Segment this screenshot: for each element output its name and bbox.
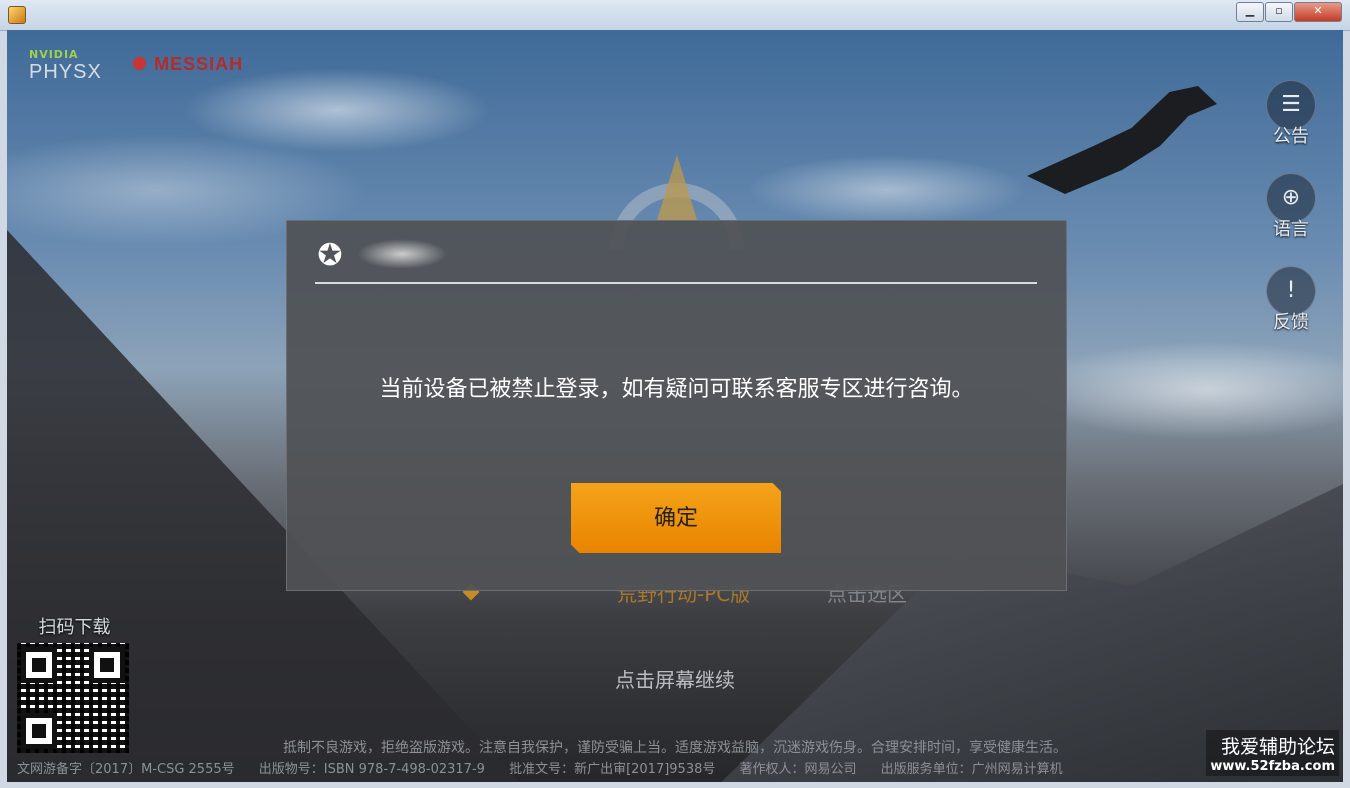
language-button[interactable]: ⊕ 语言 (1263, 173, 1319, 243)
dialog-divider (315, 282, 1037, 284)
qr-label: 扫码下载 (38, 617, 111, 638)
publication-number: 出版物号：ISBN 978-7-498-02317-9 (258, 762, 485, 777)
license-info: 文网游备字〔2017〕M-CSG 2555号 出版物号：ISBN 978-7-4… (17, 758, 1083, 777)
messiah-text: MESSIAH (154, 54, 244, 74)
window-controls: ▁ ▫ ✕ (1235, 2, 1342, 22)
health-notice: 抵制不良游戏，拒绝盗版游戏。注意自我保护，谨防受骗上当。适度游戏益脑，沉迷游戏伤… (283, 740, 1067, 756)
forum-watermark: 我爱辅助论坛 www.52fzba.com (1206, 730, 1339, 776)
notice-label: 公告 (1273, 126, 1309, 147)
publisher: 出版服务单位：广州网易计算机 (880, 762, 1063, 777)
messiah-icon: ✺ (132, 54, 149, 74)
ban-dialog: ✪ 当前设备已被禁止登录，如有疑问可联系客服专区进行咨询。 确定 (286, 220, 1067, 591)
nvidia-text: NVIDIA (29, 48, 79, 61)
close-button[interactable]: ✕ (1294, 2, 1342, 22)
copyright-holder: 著作权人：网易公司 (739, 762, 857, 777)
skydiver-silhouette (1027, 86, 1217, 194)
approval-number: 批准文号：新广出审[2017]9538号 (509, 762, 716, 777)
restore-button[interactable]: ▫ (1265, 2, 1293, 22)
language-label: 语言 (1273, 219, 1309, 240)
qr-finder (21, 647, 57, 683)
window-titlebar: ▁ ▫ ✕ (0, 0, 1350, 31)
qr-finder (89, 647, 125, 683)
notice-button[interactable]: ☰ 公告 (1263, 80, 1319, 150)
blurred-username (357, 239, 447, 269)
tap-to-continue[interactable]: 点击屏幕继续 (7, 664, 1343, 693)
game-logo-icon: ✪ (317, 238, 343, 273)
confirm-button[interactable]: 确定 (571, 483, 781, 553)
messiah-logo: ✺ MESSIAH (132, 54, 243, 75)
nvidia-physx-logo: NVIDIA PHYSX (29, 48, 102, 84)
feedback-button[interactable]: ! 反馈 (1263, 266, 1319, 336)
minimize-button[interactable]: ▁ (1236, 2, 1264, 22)
qr-download: 扫码下载 (17, 613, 132, 753)
license-number: 文网游备字〔2017〕M-CSG 2555号 (17, 762, 235, 777)
watermark-url: www.52fzba.com (1210, 759, 1335, 774)
dialog-message: 当前设备已被禁止登录，如有疑问可联系客服专区进行咨询。 (379, 377, 974, 402)
physx-text: PHYSX (29, 61, 102, 83)
app-icon (8, 6, 26, 24)
watermark-title: 我爱辅助论坛 (1220, 736, 1335, 758)
feedback-label: 反馈 (1273, 312, 1309, 333)
